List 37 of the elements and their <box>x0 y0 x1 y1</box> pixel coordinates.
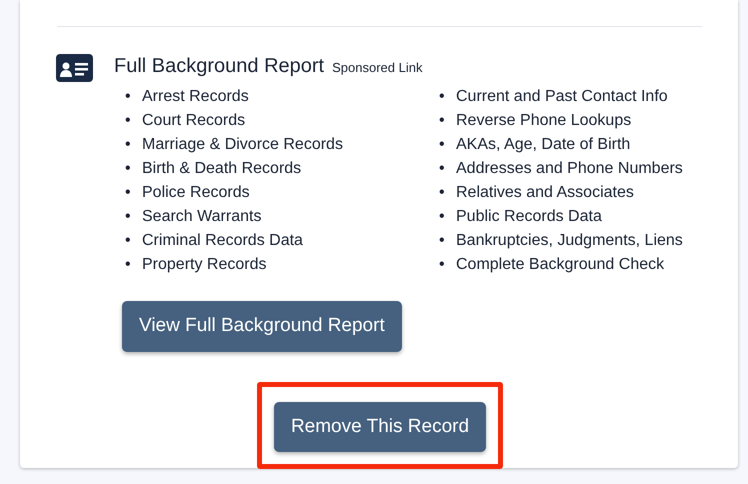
record-type-item: Reverse Phone Lookups <box>456 111 632 131</box>
record-type-item: Addresses and Phone Numbers <box>456 159 683 179</box>
id-card-icon <box>56 54 93 82</box>
bullet-marker: • <box>439 255 446 275</box>
bullet-marker: • <box>125 111 132 131</box>
bullet-marker: • <box>439 135 446 155</box>
record-type-item: Complete Background Check <box>456 255 664 275</box>
record-type-item: Property Records <box>142 255 266 275</box>
record-type-item: Search Warrants <box>142 207 262 227</box>
bullet-marker: • <box>125 135 132 155</box>
bullet-marker: • <box>439 159 446 179</box>
record-type-item: Bankruptcies, Judgments, Liens <box>456 231 683 251</box>
record-type-item: Court Records <box>142 111 246 131</box>
bullet-marker: • <box>125 255 132 275</box>
bullet-marker: • <box>439 231 446 251</box>
report-title: Full Background Report <box>114 54 324 79</box>
record-type-item: Public Records Data <box>456 207 602 227</box>
record-type-item: Police Records <box>142 183 250 203</box>
sponsored-label: Sponsored Link <box>332 59 422 77</box>
bullet-marker: • <box>439 183 446 203</box>
remove-record-button[interactable]: Remove This Record <box>274 402 486 452</box>
record-type-item: Arrest Records <box>142 87 249 107</box>
bullet-marker: • <box>439 111 446 131</box>
record-type-item: Marriage & Divorce Records <box>142 135 343 155</box>
record-type-item: Criminal Records Data <box>142 231 303 251</box>
bullet-marker: • <box>125 183 132 203</box>
view-report-button[interactable]: View Full Background Report <box>122 301 402 352</box>
record-type-item: Birth & Death Records <box>142 159 302 179</box>
bullet-marker: • <box>125 207 132 227</box>
record-type-item: Current and Past Contact Info <box>456 87 668 107</box>
record-type-item: Relatives and Associates <box>456 183 634 203</box>
bullet-marker: • <box>125 87 132 107</box>
record-type-item: AKAs, Age, Date of Birth <box>456 135 630 155</box>
bullet-marker: • <box>439 87 446 107</box>
bullet-marker: • <box>125 231 132 251</box>
bullet-marker: • <box>439 207 446 227</box>
bullet-marker: • <box>125 159 132 179</box>
